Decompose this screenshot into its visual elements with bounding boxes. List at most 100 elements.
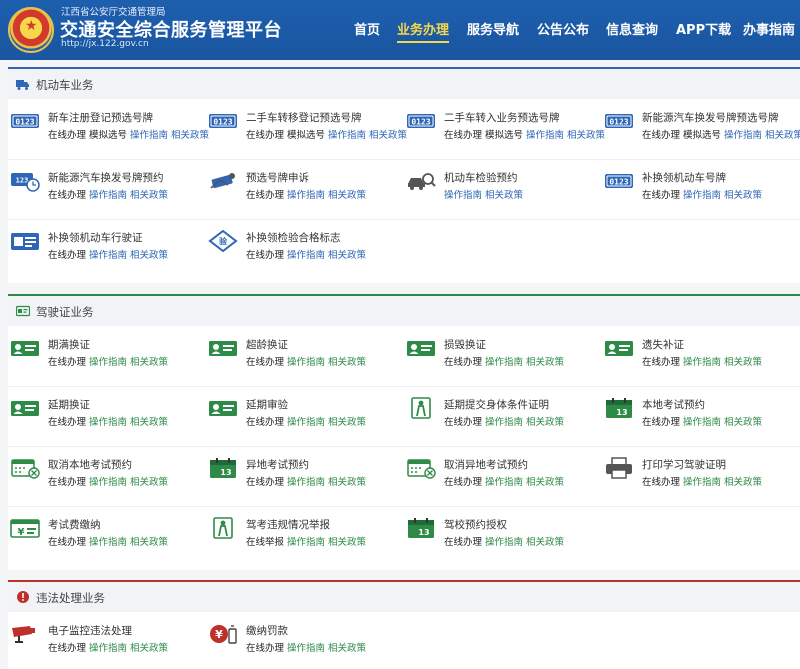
service-link[interactable]: 在线办理	[642, 417, 680, 428]
service-link[interactable]: 操作指南	[89, 537, 127, 548]
service-link[interactable]: 操作指南	[130, 130, 168, 141]
service-link[interactable]: 相关政策	[130, 357, 168, 368]
service-link[interactable]: 操作指南	[287, 357, 325, 368]
service-item-name[interactable]: 缴纳罚款	[246, 623, 288, 638]
service-link[interactable]: 相关政策	[130, 643, 168, 654]
service-item[interactable]: 遗失补证 在线办理 操作指南 相关政策	[602, 328, 798, 386]
service-item[interactable]: 延期换证 在线办理 操作指南 相关政策	[8, 388, 204, 446]
service-link[interactable]: 操作指南	[287, 537, 325, 548]
service-item-name[interactable]: 电子监控违法处理	[48, 623, 132, 638]
service-link[interactable]: 操作指南	[287, 643, 325, 654]
service-item-name[interactable]: 新能源汽车换发号牌预约	[48, 170, 164, 185]
service-item[interactable]: 验 补换领检验合格标志 在线办理 操作指南 相关政策	[206, 221, 402, 279]
service-link[interactable]: 操作指南	[89, 357, 127, 368]
service-item[interactable]: 电子监控违法处理 在线办理 操作指南 相关政策	[8, 614, 204, 669]
service-link[interactable]: 操作指南	[89, 643, 127, 654]
service-link[interactable]: 模拟选号	[287, 130, 325, 141]
service-item-name[interactable]: 取消本地考试预约	[48, 457, 132, 472]
service-link[interactable]: 操作指南	[89, 417, 127, 428]
nav-info-query[interactable]: 信息查询	[606, 19, 658, 38]
service-link[interactable]: 相关政策	[567, 130, 605, 141]
service-link[interactable]: 相关政策	[328, 477, 366, 488]
service-item-name[interactable]: 损毁换证	[444, 337, 486, 352]
service-link[interactable]: 相关政策	[765, 130, 800, 141]
service-link[interactable]: 操作指南	[328, 130, 366, 141]
service-link[interactable]: 操作指南	[89, 477, 127, 488]
service-link[interactable]: 相关政策	[369, 130, 407, 141]
service-link[interactable]: 操作指南	[683, 190, 721, 201]
service-link[interactable]: 相关政策	[328, 357, 366, 368]
service-item-name[interactable]: 打印学习驾驶证明	[642, 457, 726, 472]
service-link[interactable]: 在线办理	[246, 357, 284, 368]
nav-app-download[interactable]: APP下载	[676, 19, 731, 38]
nav-business[interactable]: 业务办理	[397, 19, 449, 38]
service-link[interactable]: 相关政策	[526, 357, 564, 368]
service-link[interactable]: 操作指南	[287, 477, 325, 488]
service-link[interactable]: 相关政策	[485, 190, 523, 201]
service-item[interactable]: 超龄换证 在线办理 操作指南 相关政策	[206, 328, 402, 386]
service-link[interactable]: 相关政策	[328, 643, 366, 654]
service-item-name[interactable]: 补换领检验合格标志	[246, 230, 341, 245]
service-link[interactable]: 在线办理	[48, 130, 86, 141]
service-link[interactable]: 操作指南	[724, 130, 762, 141]
site-url[interactable]: http://jx.122.gov.cn	[61, 39, 149, 49]
service-link[interactable]: 在线办理	[246, 477, 284, 488]
service-link[interactable]: 相关政策	[526, 477, 564, 488]
service-link[interactable]: 相关政策	[328, 190, 366, 201]
service-item[interactable]: 打印学习驾驶证明 在线办理 操作指南 相关政策	[602, 448, 798, 506]
service-link[interactable]: 在线办理	[246, 250, 284, 261]
service-item[interactable]: 取消异地考试预约 在线办理 操作指南 相关政策	[404, 448, 600, 506]
service-link[interactable]: 相关政策	[130, 477, 168, 488]
service-item-name[interactable]: 二手车转移登记预选号牌	[246, 110, 362, 125]
service-link[interactable]: 操作指南	[287, 250, 325, 261]
service-link[interactable]: 在线办理	[642, 190, 680, 201]
service-item[interactable]: 13 驾校预约授权 在线办理 操作指南 相关政策	[404, 508, 600, 566]
service-link[interactable]: 在线办理	[48, 250, 86, 261]
service-link[interactable]: 相关政策	[328, 250, 366, 261]
service-link[interactable]: 在线办理	[444, 537, 482, 548]
service-item[interactable]: 预选号牌申诉 在线办理 操作指南 相关政策	[206, 161, 402, 219]
service-link[interactable]: 在线办理	[246, 643, 284, 654]
service-link[interactable]: 在线办理	[642, 130, 680, 141]
service-link[interactable]: 相关政策	[130, 537, 168, 548]
service-item[interactable]: 0123 二手车转入业务预选号牌 在线办理 模拟选号 操作指南 相关政策	[404, 101, 605, 159]
service-item[interactable]: 损毁换证 在线办理 操作指南 相关政策	[404, 328, 600, 386]
service-item-name[interactable]: 机动车检验预约	[444, 170, 518, 185]
service-link[interactable]: 相关政策	[328, 537, 366, 548]
service-link[interactable]: 在线办理	[444, 357, 482, 368]
service-link[interactable]: 模拟选号	[683, 130, 721, 141]
service-link[interactable]: 操作指南	[444, 190, 482, 201]
service-link[interactable]: 相关政策	[171, 130, 209, 141]
service-link[interactable]: 在线办理	[48, 357, 86, 368]
service-item-name[interactable]: 延期换证	[48, 397, 90, 412]
service-link[interactable]: 相关政策	[328, 417, 366, 428]
service-item-name[interactable]: 二手车转入业务预选号牌	[444, 110, 560, 125]
service-item-name[interactable]: 延期提交身体条件证明	[444, 397, 549, 412]
service-item[interactable]: 期满换证 在线办理 操作指南 相关政策	[8, 328, 204, 386]
service-item-name[interactable]: 考试费缴纳	[48, 517, 101, 532]
service-link[interactable]: 在线办理	[48, 190, 86, 201]
service-item[interactable]: 补换领机动车行驶证 在线办理 操作指南 相关政策	[8, 221, 204, 279]
service-item-name[interactable]: 遗失补证	[642, 337, 684, 352]
service-item-name[interactable]: 预选号牌申诉	[246, 170, 309, 185]
service-link[interactable]: 操作指南	[683, 357, 721, 368]
service-item-name[interactable]: 新能源汽车换发号牌预选号牌	[642, 110, 779, 125]
nav-announcements[interactable]: 公告公布	[537, 19, 589, 38]
service-item[interactable]: ¥ 考试费缴纳 在线办理 操作指南 相关政策	[8, 508, 204, 566]
service-item-name[interactable]: 新车注册登记预选号牌	[48, 110, 153, 125]
service-link[interactable]: 在线办理	[444, 417, 482, 428]
service-link[interactable]: 相关政策	[130, 190, 168, 201]
service-link[interactable]: 模拟选号	[89, 130, 127, 141]
service-link[interactable]: 操作指南	[683, 477, 721, 488]
service-item-name[interactable]: 异地考试预约	[246, 457, 309, 472]
service-item-name[interactable]: 驾考违规情况举报	[246, 517, 330, 532]
service-link[interactable]: 相关政策	[130, 417, 168, 428]
service-link[interactable]: 在线举报	[246, 537, 284, 548]
service-link[interactable]: 相关政策	[724, 357, 762, 368]
service-item[interactable]: 123 新能源汽车换发号牌预约 在线办理 操作指南 相关政策	[8, 161, 204, 219]
nav-service-guide[interactable]: 服务导航	[467, 19, 519, 38]
service-item[interactable]: 13 本地考试预约 在线办理 操作指南 相关政策	[602, 388, 798, 446]
service-link[interactable]: 相关政策	[130, 250, 168, 261]
service-item[interactable]: 0123 新能源汽车换发号牌预选号牌 在线办理 模拟选号 操作指南 相关政策	[602, 101, 800, 159]
service-item[interactable]: 0123 补换领机动车号牌 在线办理 操作指南 相关政策	[602, 161, 798, 219]
